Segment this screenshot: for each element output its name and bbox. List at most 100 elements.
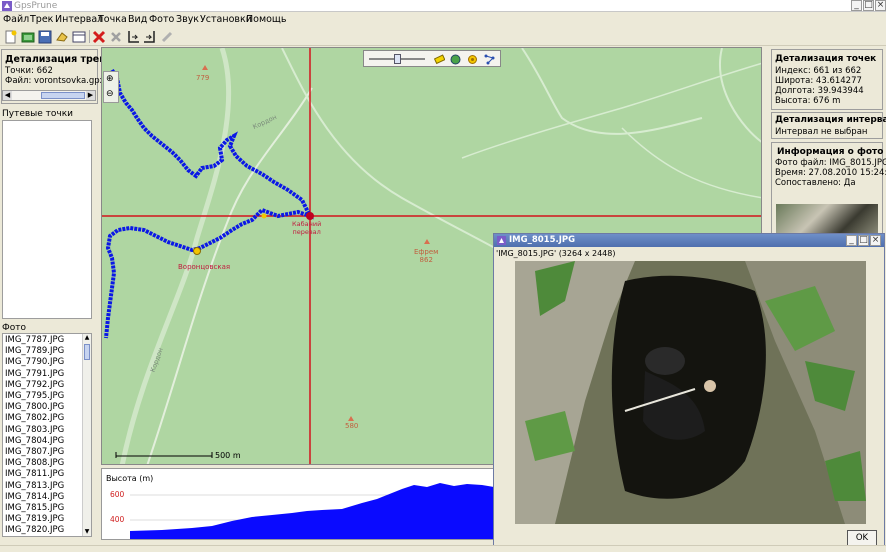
delete-point-icon[interactable]: [91, 29, 107, 45]
peak-label: 779: [196, 74, 210, 82]
crop-start-icon[interactable]: [125, 29, 141, 45]
selected-point-marker: [306, 212, 314, 220]
menu-help[interactable]: Помощь: [246, 12, 286, 28]
connect-points-icon[interactable]: [484, 54, 495, 65]
photo-list-item[interactable]: IMG_7804.JPG: [5, 436, 64, 446]
new-file-icon[interactable]: [3, 29, 19, 45]
zoom-out-icon[interactable]: ⊖: [106, 89, 114, 99]
peak-label: 580: [345, 422, 359, 430]
dialog-minimize-button[interactable]: _: [846, 235, 857, 246]
app-icon: [2, 1, 12, 11]
ok-button[interactable]: OK: [847, 530, 877, 546]
ruler-icon[interactable]: [434, 54, 445, 65]
photo-list-item[interactable]: IMG_7795.JPG: [5, 391, 64, 401]
scale-label: 500 m: [215, 451, 241, 460]
photo-caption: 'IMG_8015.JPG' (3264 x 2448): [496, 249, 616, 258]
photo-list-item[interactable]: IMG_7792.JPG: [5, 380, 64, 390]
track-scrollbar[interactable]: ◀ ▶: [2, 90, 96, 101]
photo-list-item[interactable]: IMG_7800.JPG: [5, 402, 64, 412]
menu-track[interactable]: Трек: [30, 12, 53, 28]
photo-list-item[interactable]: IMG_7813.JPG: [5, 481, 64, 491]
scroll-left-icon[interactable]: ◀: [3, 91, 12, 100]
scroll-down-icon[interactable]: ▼: [83, 528, 91, 536]
road-line: [119, 48, 232, 464]
center-target-icon[interactable]: [467, 54, 478, 65]
photo-connected: Сопоставлено: Да: [775, 178, 856, 188]
open-file-icon[interactable]: [20, 29, 36, 45]
app-icon: [497, 236, 506, 245]
trail-line: [621, 127, 761, 199]
menu-view[interactable]: Вид: [128, 12, 147, 28]
photo-list-item[interactable]: IMG_7807.JPG: [5, 447, 64, 457]
dialog-title: IMG_8015.JPG: [509, 235, 576, 245]
point-index: Индекс: 661 из 662: [775, 66, 862, 76]
photo-list-item[interactable]: IMG_7802.JPG: [5, 413, 64, 423]
crop-end-icon[interactable]: [142, 29, 158, 45]
photo-file: Фото файл: IMG_8015.JPG: [775, 158, 886, 168]
menu-settings[interactable]: Установки: [200, 12, 252, 28]
photo-list-item[interactable]: IMG_7791.JPG: [5, 369, 64, 379]
dialog-maximize-button[interactable]: □: [858, 235, 869, 246]
track-details-heading: Детализация трека: [5, 54, 113, 65]
dialog-close-button[interactable]: ×: [870, 235, 881, 246]
photo-list-item[interactable]: IMG_7814.JPG: [5, 492, 64, 502]
close-button[interactable]: ×: [875, 0, 886, 11]
title-bar: [0, 0, 886, 12]
menu-point[interactable]: Точка: [98, 12, 127, 28]
menu-range[interactable]: Интервал: [55, 12, 103, 28]
range-details-heading: Детализация интерва...: [775, 115, 886, 125]
photo-info-heading: Информация о фото: [777, 147, 884, 157]
zoom-controls: ⊕ ⊖: [103, 71, 119, 103]
trail-line: [461, 62, 761, 159]
waypoints-heading: Путевые точки: [2, 109, 74, 119]
photo-list-item[interactable]: IMG_7808.JPG: [5, 458, 64, 468]
altitude-profile[interactable]: Высота (m) 600 400: [101, 468, 501, 540]
photo-list-item[interactable]: IMG_7789.JPG: [5, 346, 64, 356]
photos-scrollbar[interactable]: ▲ ▼: [82, 334, 91, 536]
photo-list-item[interactable]: IMG_7803.JPG: [5, 425, 64, 435]
photo-list-item[interactable]: IMG_7819.JPG: [5, 514, 64, 524]
map-toolbar: [363, 50, 501, 67]
photo-marker[interactable]: [193, 247, 201, 255]
waypoints-list[interactable]: [2, 120, 92, 319]
menu-audio[interactable]: Звук: [176, 12, 199, 28]
delete-range-icon[interactable]: [108, 29, 124, 45]
place-label: Воронцовская: [178, 263, 231, 271]
scroll-right-icon[interactable]: ▶: [86, 91, 95, 100]
status-bar: [0, 545, 886, 552]
scroll-thumb[interactable]: [41, 92, 85, 99]
globe-icon[interactable]: [450, 54, 461, 65]
photo-marker[interactable]: [261, 213, 267, 219]
peak-icon: [424, 239, 430, 244]
scroll-up-icon[interactable]: ▲: [83, 334, 91, 342]
maximize-button[interactable]: □: [863, 0, 874, 11]
connect-icon[interactable]: [159, 29, 175, 45]
peak-icon: [202, 65, 208, 70]
zoom-in-icon[interactable]: ⊕: [106, 74, 114, 84]
track-file-name: Файл: vorontsovka.gpx: [5, 76, 105, 86]
range-status: Интервал не выбран: [775, 127, 868, 137]
zoom-slider-thumb[interactable]: [394, 54, 401, 64]
photos-list[interactable]: IMG_7787.JPG IMG_7789.JPG IMG_7790.JPG IMG_…: [2, 333, 92, 537]
photo-list-item[interactable]: IMG_7820.JPG: [5, 525, 64, 535]
photos-heading: Фото: [2, 323, 27, 333]
altitude-chart[interactable]: [102, 469, 501, 540]
peak-icon: [348, 416, 354, 421]
edit-range-icon[interactable]: [71, 29, 87, 45]
cave-photo: [515, 261, 866, 524]
save-icon[interactable]: [37, 29, 53, 45]
minimize-button[interactable]: _: [851, 0, 862, 11]
photos-scroll-thumb[interactable]: [84, 344, 90, 360]
menu-photo[interactable]: Фото: [149, 12, 174, 28]
menu-file[interactable]: Файл: [3, 12, 29, 28]
photo-thumbnail[interactable]: [776, 204, 878, 234]
undo-icon[interactable]: [54, 29, 70, 45]
track-points-count: Точки: 662: [5, 66, 53, 76]
photo-list-item[interactable]: IMG_7790.JPG: [5, 357, 64, 367]
peak-label: Ефрем 862: [414, 248, 439, 264]
photo-list-item[interactable]: IMG_7815.JPG: [5, 503, 64, 513]
altitude-area: [130, 483, 500, 539]
pass-label: Кабаний перевал: [292, 220, 322, 236]
photo-list-item[interactable]: IMG_7811.JPG: [5, 469, 64, 479]
photo-list-item[interactable]: IMG_7787.JPG: [5, 335, 64, 345]
